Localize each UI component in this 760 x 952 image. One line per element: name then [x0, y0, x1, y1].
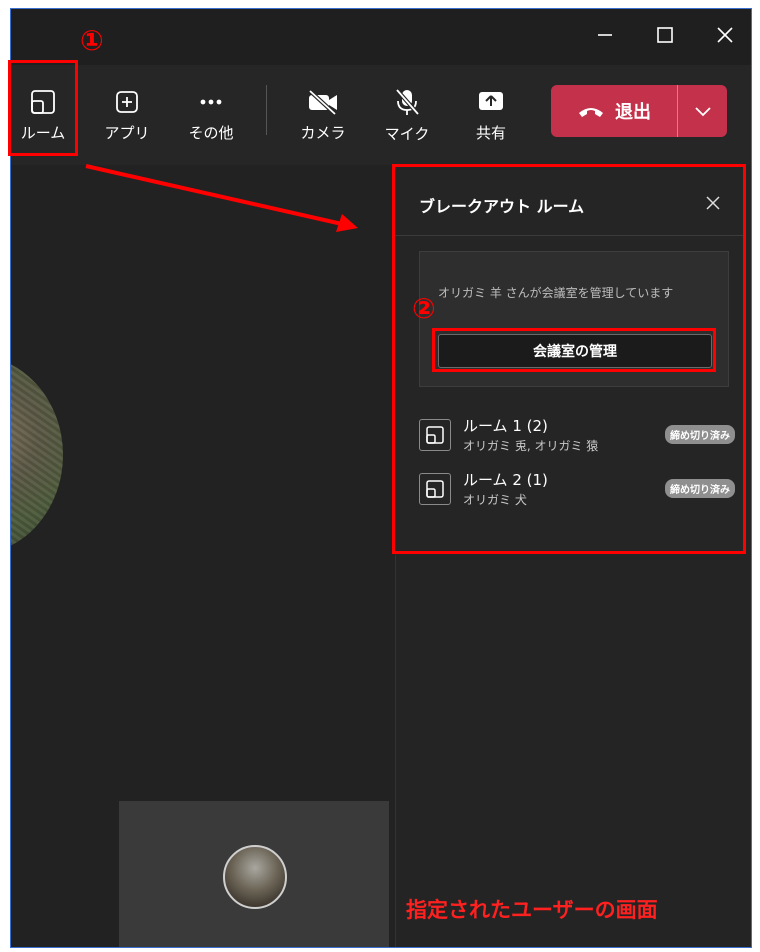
- annotation-caption: 指定されたユーザーの画面: [406, 898, 658, 922]
- annotation-arrow: [85, 164, 358, 232]
